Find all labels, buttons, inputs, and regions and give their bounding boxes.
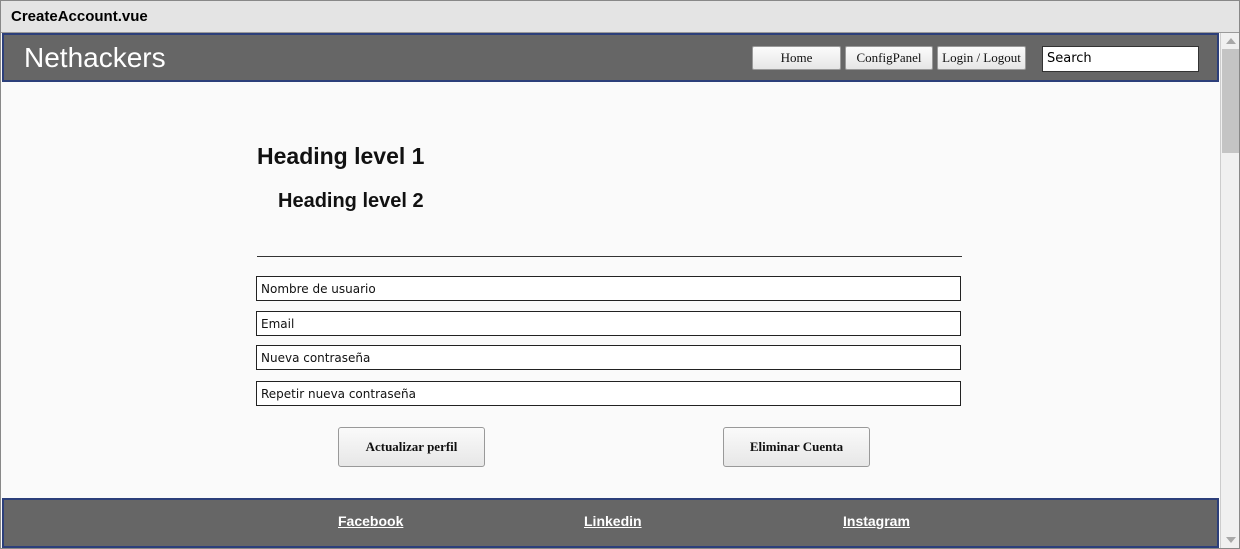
footer-link-facebook[interactable]: Facebook bbox=[338, 513, 403, 529]
nav-configpanel-button[interactable]: ConfigPanel bbox=[845, 46, 933, 70]
page-heading-1: Heading level 1 bbox=[257, 143, 425, 169]
main-content: Heading level 1 Heading level 2 Nombre d… bbox=[2, 82, 1219, 499]
update-profile-button[interactable]: Actualizar perfil bbox=[338, 427, 485, 467]
vertical-scrollbar[interactable] bbox=[1220, 33, 1239, 548]
window-title: CreateAccount.vue bbox=[11, 8, 148, 25]
chevron-down-icon bbox=[1226, 537, 1236, 543]
search-input[interactable]: Search bbox=[1042, 46, 1199, 72]
nav-home-button[interactable]: Home bbox=[752, 46, 841, 70]
site-footer: Facebook Linkedin Instagram bbox=[2, 498, 1219, 548]
new-password-field[interactable]: Nueva contraseña bbox=[256, 345, 961, 370]
footer-link-instagram[interactable]: Instagram bbox=[843, 513, 910, 529]
section-divider bbox=[257, 256, 962, 257]
nav-login-logout-button[interactable]: Login / Logout bbox=[937, 46, 1026, 70]
brand-logo[interactable]: Nethackers bbox=[24, 42, 166, 74]
email-field[interactable]: Email bbox=[256, 311, 961, 336]
scroll-thumb[interactable] bbox=[1222, 49, 1239, 153]
app-window: CreateAccount.vue Nethackers Home Config… bbox=[0, 0, 1240, 549]
delete-account-button[interactable]: Eliminar Cuenta bbox=[723, 427, 870, 467]
page-frame: Nethackers Home ConfigPanel Login / Logo… bbox=[2, 33, 1219, 548]
site-header: Nethackers Home ConfigPanel Login / Logo… bbox=[2, 33, 1219, 82]
scroll-up-button[interactable] bbox=[1221, 33, 1240, 49]
chevron-up-icon bbox=[1226, 38, 1236, 44]
footer-link-linkedin[interactable]: Linkedin bbox=[584, 513, 642, 529]
username-field[interactable]: Nombre de usuario bbox=[256, 276, 961, 301]
repeat-password-field[interactable]: Repetir nueva contraseña bbox=[256, 381, 961, 406]
title-bar: CreateAccount.vue bbox=[1, 1, 1239, 33]
page-heading-2: Heading level 2 bbox=[278, 190, 424, 212]
scroll-down-button[interactable] bbox=[1221, 532, 1240, 548]
